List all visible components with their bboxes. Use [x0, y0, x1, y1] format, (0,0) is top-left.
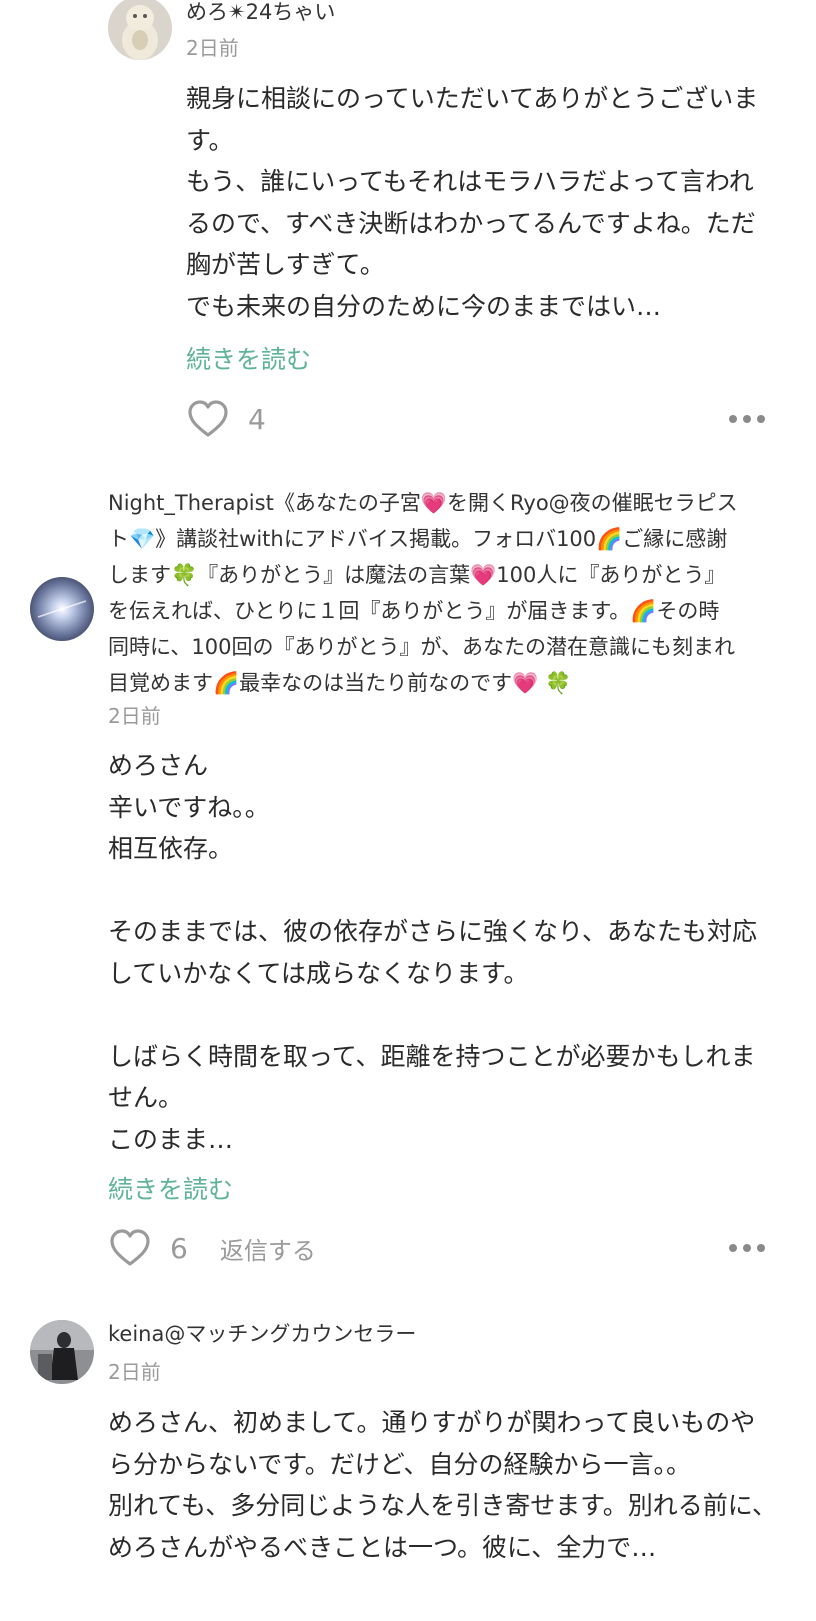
reply-comment: めろ✴︎24ちゃい 2日前 親身に相談にのっていただいてありがとうございます。 … [0, 0, 816, 450]
avatar-image [30, 1320, 94, 1384]
avatar[interactable] [30, 1320, 94, 1384]
like-count: 6 [170, 1231, 188, 1265]
action-bar: 6 返信する [108, 1223, 316, 1273]
author-name-line: 同時に、100回の『ありがとう』が、あなたの潜在意識にも刻まれ [108, 635, 736, 659]
action-bar: 4 [186, 394, 266, 444]
comment: Night_Therapist《あなたの子宮💗を開くRyo@夜の催眠セラピス ト… [0, 480, 816, 1280]
author-name-line: を伝えれば、ひとりに１回『ありがとう』が届きます。🌈その時 [108, 599, 720, 623]
avatar-image [108, 0, 172, 60]
author-name-line: Night_Therapist《あなたの子宮💗を開くRyo@夜の催眠セラピス [108, 491, 738, 515]
comment-body: めろさん 辛いですね。。 相互依存。 そのままでは、彼の依存がさらに強くなり、あ… [108, 751, 758, 1154]
more-options-icon[interactable] [729, 1242, 765, 1254]
read-more-link[interactable]: 続きを読む [108, 1170, 233, 1206]
avatar[interactable] [30, 577, 94, 641]
comment: keina@マッチングカウンセラー 2日前 めろさん、初めまして。通りすがりが関… [0, 1310, 816, 1621]
avatar[interactable] [108, 0, 172, 60]
post-time: 2日前 [108, 704, 161, 728]
heart-outline-icon[interactable] [186, 399, 230, 439]
comment-body: 親身に相談にのっていただいてありがとうございます。 もう、誰にいってもそれはモラ… [186, 84, 759, 321]
reply-button[interactable]: 返信する [220, 1231, 316, 1266]
heart-outline-icon[interactable] [108, 1228, 152, 1268]
author-name[interactable]: Night_Therapist《あなたの子宮💗を開くRyo@夜の催眠セラピス ト… [108, 485, 788, 701]
avatar-image [30, 577, 94, 641]
post-time: 2日前 [108, 1360, 161, 1384]
comment-body: めろさん、初めまして。通りすがりが関わって良いものやら分からないです。だけど、自… [108, 1408, 778, 1562]
read-more-link[interactable]: 続きを読む [186, 340, 311, 376]
more-options-icon[interactable] [729, 413, 765, 425]
author-name[interactable]: めろ✴︎24ちゃい [186, 0, 335, 30]
author-name[interactable]: keina@マッチングカウンセラー [108, 1316, 416, 1352]
author-name-line: ト💎》講談社withにアドバイス掲載。フォロバ100🌈ご縁に感謝 [108, 527, 728, 551]
post-time: 2日前 [186, 36, 239, 60]
author-name-line: 目覚めます🌈最幸なのは当たり前なのです💗 🍀 [108, 671, 572, 695]
like-count: 4 [248, 402, 266, 436]
author-name-line: します🍀『ありがとう』は魔法の言葉💗100人に『ありがとう』 [108, 563, 726, 587]
